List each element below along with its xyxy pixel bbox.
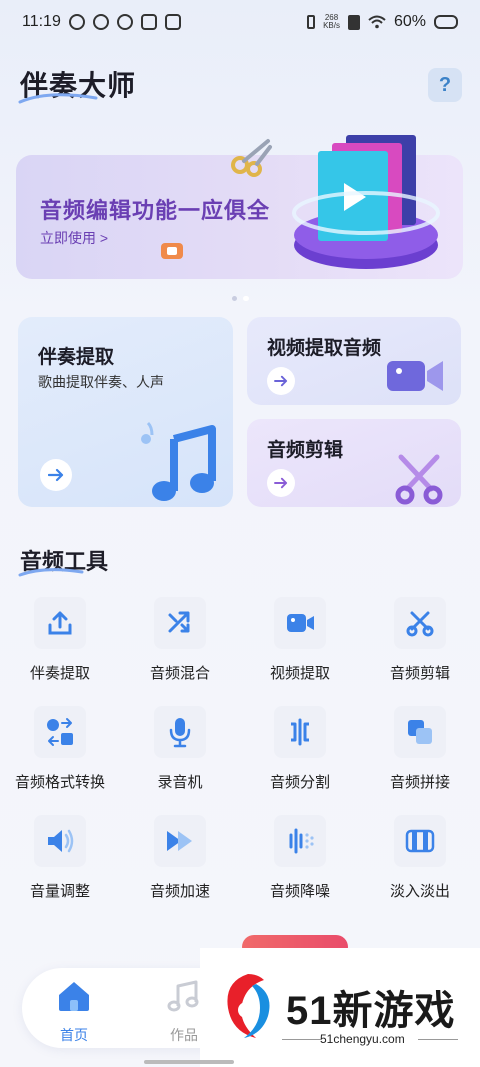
title-underline-decoration (18, 93, 98, 104)
pager-dot (231, 296, 237, 301)
tool-label: 伴奏提取 (29, 665, 90, 682)
tool-label: 音频分割 (269, 774, 330, 791)
media-stack-illustration (292, 135, 440, 269)
card-title: 视频提取音频 (267, 338, 382, 359)
fast-forward-icon (154, 815, 206, 867)
tool-recorder[interactable]: 录音机 (120, 706, 240, 792)
battery-percent: 60% (393, 13, 426, 30)
video-notification-icon (164, 14, 181, 30)
tool-video-extract[interactable]: 视频提取 (240, 597, 360, 683)
video-camera-icon (274, 597, 326, 649)
tool-audio-clip[interactable]: 音频剪辑 (360, 597, 480, 683)
tool-audio-mix[interactable]: 音频混合 (120, 597, 240, 683)
banner-pager (0, 296, 480, 301)
watermark-brand: 51新游戏 (286, 989, 456, 1033)
arrow-right-icon[interactable] (267, 469, 295, 497)
status-left: 11:19 (22, 13, 181, 31)
video-extract-audio-card[interactable]: 视频提取音频 (247, 317, 461, 405)
tool-label: 淡入淡出 (389, 883, 450, 900)
net-speed: 268 KB/s (323, 14, 340, 30)
tool-volume-adjust[interactable]: 音量调整 (0, 815, 120, 901)
status-time: 11:19 (22, 13, 61, 30)
tool-label: 视频提取 (269, 665, 330, 682)
status-right: 268 KB/s 60% (307, 13, 458, 31)
tool-label: 音频混合 (149, 665, 210, 682)
microphone-icon (154, 706, 206, 758)
tool-label: 音频格式转换 (14, 774, 105, 791)
net-speed-unit: KB/s (323, 21, 340, 30)
chat-notification-icon (116, 14, 133, 30)
battery-icon (434, 15, 458, 29)
watermark-rule-right (418, 1039, 458, 1040)
tool-label: 音频剪辑 (389, 665, 450, 682)
noise-reduction-icon (274, 815, 326, 867)
section-underline-decoration (18, 568, 84, 577)
scissors-icon (394, 597, 446, 649)
scissors-icon (395, 454, 443, 505)
shuffle-icon (154, 597, 206, 649)
accompaniment-extract-card[interactable]: 伴奏提取 歌曲提取伴奏、人声 (18, 317, 233, 507)
banner-title: 音频编辑功能一应俱全 (40, 198, 271, 223)
vibrate-icon (307, 15, 316, 29)
tool-audio-join[interactable]: 音频拼接 (360, 706, 480, 792)
tool-label: 音频加速 (149, 883, 210, 900)
pager-dot-active (242, 296, 249, 301)
tool-audio-speed[interactable]: 音频加速 (120, 815, 240, 901)
scissors-decoration-icon (231, 139, 272, 177)
search-notification-icon (140, 14, 157, 30)
card-title: 伴奏提取 (38, 347, 115, 368)
watermark-logo (227, 974, 270, 1038)
sim-off-icon (347, 14, 360, 30)
volume-icon (34, 815, 86, 867)
video-camera-icon (387, 361, 443, 391)
help-button[interactable]: ? (428, 68, 462, 102)
card-subtitle: 歌曲提取伴奏、人声 (38, 374, 164, 390)
status-bar: 11:19 268 KB/s 60% (0, 0, 480, 44)
arrow-right-icon[interactable] (267, 367, 295, 395)
join-icon (394, 706, 446, 758)
tool-format-convert[interactable]: 音频格式转换 (0, 706, 120, 792)
tool-label: 录音机 (157, 774, 203, 791)
gesture-home-bar[interactable] (144, 1060, 234, 1064)
fade-icon (394, 815, 446, 867)
tool-accompaniment-extract[interactable]: 伴奏提取 (0, 597, 120, 683)
watermark-url: 51chengyu.com (320, 1032, 405, 1046)
tool-audio-split[interactable]: 音频分割 (240, 706, 360, 792)
home-icon (59, 982, 89, 1011)
promo-banner[interactable]: 音频编辑功能一应俱全 立即使用 > (16, 135, 463, 279)
app-notification-icon (92, 14, 109, 30)
music-note-icon (141, 421, 216, 501)
card-title: 音频剪辑 (267, 440, 344, 461)
sync-icon (68, 14, 85, 30)
tool-label: 音频拼接 (389, 774, 450, 791)
music-note-icon (167, 980, 199, 1012)
watermark-overlay: 51新游戏 51chengyu.com (200, 948, 480, 1067)
audio-clip-card[interactable]: 音频剪辑 (247, 419, 461, 507)
tool-noise-reduction[interactable]: 音频降噪 (240, 815, 360, 901)
tab-home[interactable]: 首页 (34, 968, 114, 1045)
tool-label: 音频降噪 (269, 883, 330, 900)
toolbox-decoration-icon (161, 243, 183, 259)
tool-fade-in-out[interactable]: 淡入淡出 (360, 815, 480, 901)
watermark-rule-left (282, 1039, 322, 1040)
format-convert-icon (34, 706, 86, 758)
wifi-icon (368, 15, 386, 29)
split-icon (274, 706, 326, 758)
tab-label: 首页 (60, 1027, 88, 1043)
tool-label: 音量调整 (29, 883, 90, 900)
arrow-right-icon[interactable] (40, 459, 72, 491)
upload-icon (34, 597, 86, 649)
banner-cta[interactable]: 立即使用 > (40, 228, 108, 248)
